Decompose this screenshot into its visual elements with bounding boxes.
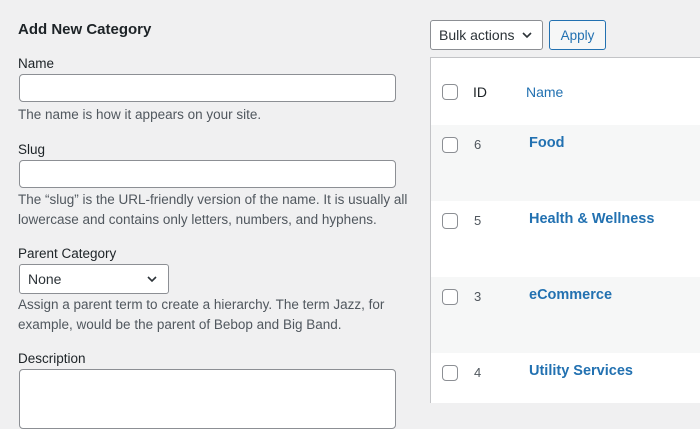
parent-category-help-text: Assign a parent term to create a hierarc… xyxy=(18,297,385,332)
slug-help-text: The “slug” is the URL-friendly version o… xyxy=(18,192,408,227)
column-header-name[interactable]: Name xyxy=(526,84,563,100)
row-name-link[interactable]: Food xyxy=(529,135,564,151)
table-header: ID Name xyxy=(431,58,700,126)
form-heading: Add New Category xyxy=(18,21,152,38)
name-input[interactable] xyxy=(19,74,396,102)
row-checkbox[interactable] xyxy=(442,137,458,153)
table-row: 3 eCommerce xyxy=(431,277,700,353)
select-all-checkbox[interactable] xyxy=(442,84,458,100)
table-row: 6 Food xyxy=(431,125,700,201)
name-help-text: The name is how it appears on your site. xyxy=(18,107,262,122)
name-label: Name xyxy=(18,56,55,71)
row-name-link[interactable]: Utility Services xyxy=(529,363,633,379)
parent-category-value: None xyxy=(28,271,62,287)
column-header-id: ID xyxy=(473,84,487,100)
table-row: 4 Utility Services xyxy=(431,353,700,429)
chevron-down-icon xyxy=(147,276,157,283)
row-id: 3 xyxy=(474,289,482,304)
parent-category-select[interactable]: None xyxy=(19,264,169,294)
add-category-form: Add New Category Name The name is how it… xyxy=(0,0,420,429)
bulk-actions-value: Bulk actions xyxy=(439,27,515,43)
categories-table: ID Name 6 Food 5 Health & Wellness 3 eCo… xyxy=(430,57,700,403)
bulk-actions-select[interactable]: Bulk actions xyxy=(430,20,543,50)
parent-category-label: Parent Category xyxy=(18,246,117,261)
apply-button[interactable]: Apply xyxy=(549,20,606,50)
description-textarea[interactable] xyxy=(19,369,396,429)
row-name-link[interactable]: Health & Wellness xyxy=(529,211,654,227)
row-id: 5 xyxy=(474,213,482,228)
table-row: 5 Health & Wellness xyxy=(431,201,700,277)
row-checkbox[interactable] xyxy=(442,289,458,305)
chevron-down-icon xyxy=(522,32,532,39)
description-label: Description xyxy=(18,351,86,366)
slug-input[interactable] xyxy=(19,160,396,188)
row-name-link[interactable]: eCommerce xyxy=(529,287,612,303)
row-checkbox[interactable] xyxy=(442,213,458,229)
slug-label: Slug xyxy=(18,142,46,157)
row-id: 4 xyxy=(474,365,482,380)
row-checkbox[interactable] xyxy=(442,365,458,381)
row-id: 6 xyxy=(474,137,482,152)
